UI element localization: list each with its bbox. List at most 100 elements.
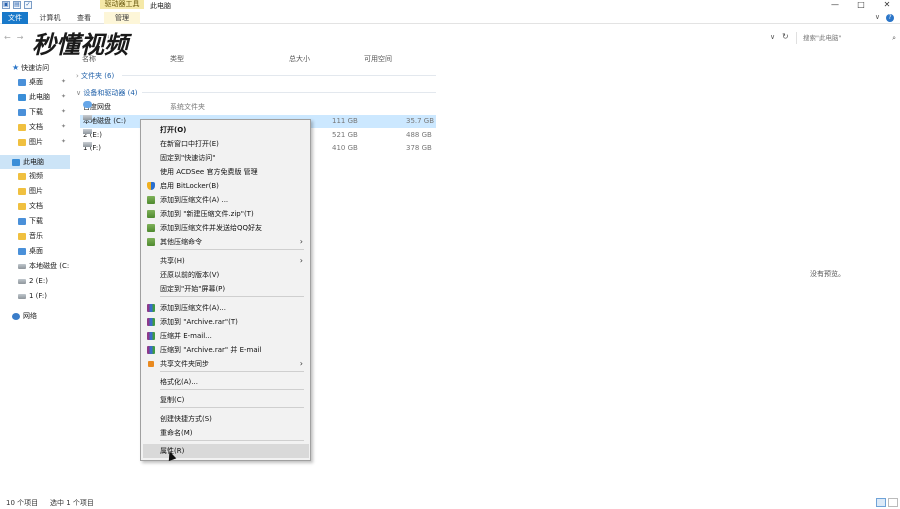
column-name[interactable]: 名称 bbox=[82, 54, 96, 64]
sidebar-item[interactable]: 视频 bbox=[0, 169, 70, 183]
sidebar-item[interactable]: 图片 ✦ bbox=[0, 135, 70, 149]
help-icon[interactable]: ? bbox=[886, 14, 894, 22]
context-menu-item[interactable]: 复制(C) bbox=[143, 393, 309, 407]
drive-name-cell: 本地磁盘 (C:) bbox=[83, 115, 126, 128]
sidebar-item[interactable]: 音乐 bbox=[0, 229, 70, 243]
devices-group-header[interactable]: ∨ 设备和驱动器 (4) bbox=[76, 88, 138, 98]
menu-separator bbox=[160, 440, 304, 441]
drive-name-cell: 2 (E:) bbox=[83, 129, 102, 142]
menu-separator bbox=[160, 371, 304, 372]
maximize-button[interactable]: □ bbox=[848, 0, 874, 11]
refresh-icon[interactable]: ↻ bbox=[782, 32, 789, 41]
sidebar-item[interactable]: 网络 bbox=[0, 309, 70, 323]
window-title: 此电脑 bbox=[150, 2, 171, 10]
drive-icon bbox=[18, 263, 26, 269]
context-menu-item[interactable]: 在新窗口中打开(E) bbox=[143, 137, 309, 151]
sidebar-item[interactable]: 下载 bbox=[0, 214, 70, 228]
sidebar-item[interactable]: 1 (F:) bbox=[0, 289, 70, 303]
sidebar-item[interactable]: 本地磁盘 (C: bbox=[0, 259, 70, 273]
context-menu-item[interactable]: 共享文件夹同步 › bbox=[143, 357, 309, 371]
drive-total-size: 410 GB bbox=[332, 144, 358, 152]
back-arrow-icon[interactable]: ← bbox=[4, 33, 11, 42]
checkmark-icon[interactable]: ✓ bbox=[24, 1, 32, 9]
winrar-icon bbox=[147, 304, 155, 312]
tab-computer[interactable]: 计算机 bbox=[36, 12, 64, 24]
menu-item-label: 压缩并 E-mail... bbox=[160, 332, 212, 340]
context-menu-item[interactable]: 添加到 "新建压缩文件.zip"(T) bbox=[143, 207, 309, 221]
drive-free-space: 488 GB bbox=[406, 131, 432, 139]
menu-item-label: 添加到 "新建压缩文件.zip"(T) bbox=[160, 210, 254, 218]
videos-folder-icon bbox=[18, 172, 26, 180]
sidebar-item[interactable]: 下载 ✦ bbox=[0, 105, 70, 119]
pc-icon bbox=[18, 93, 26, 101]
zip-archive-icon bbox=[147, 196, 155, 204]
context-menu-item[interactable]: 压缩并 E-mail... bbox=[143, 329, 309, 343]
sidebar-item[interactable]: ★ 快速访问 bbox=[0, 61, 70, 75]
drive-icon bbox=[18, 293, 26, 299]
search-icon[interactable]: ⌕ bbox=[892, 32, 896, 44]
context-menu-item[interactable]: 重命名(M) bbox=[143, 426, 309, 440]
sidebar-item[interactable]: 桌面 ✦ bbox=[0, 75, 70, 89]
pin-icon[interactable]: ✦ bbox=[61, 135, 66, 149]
menu-item-label: 创建快捷方式(S) bbox=[160, 415, 212, 423]
sidebar-item[interactable]: 此电脑 bbox=[0, 155, 70, 169]
context-menu-item[interactable]: 打开(O) bbox=[143, 123, 309, 137]
pin-icon[interactable]: ✦ bbox=[61, 105, 66, 119]
pin-icon[interactable]: ✦ bbox=[61, 75, 66, 89]
column-total-size[interactable]: 总大小 bbox=[289, 54, 310, 64]
context-menu-item[interactable]: 其他压缩命令 › bbox=[143, 235, 309, 249]
context-menu-item[interactable]: 还原以前的版本(V) bbox=[143, 268, 309, 282]
sidebar-item[interactable]: 此电脑 ✦ bbox=[0, 90, 70, 104]
context-menu-item[interactable]: 使用 ACDSee 官方免费版 管理 bbox=[143, 165, 309, 179]
context-menu-item[interactable]: 格式化(A)... bbox=[143, 375, 309, 389]
winrar-icon bbox=[147, 332, 155, 340]
tab-file[interactable]: 文件 bbox=[2, 12, 28, 24]
sidebar-item[interactable]: 桌面 bbox=[0, 244, 70, 258]
close-button[interactable]: ✕ bbox=[874, 0, 900, 11]
context-menu-item[interactable]: 添加到压缩文件并发送给QQ好友 bbox=[143, 221, 309, 235]
pin-icon[interactable]: ✦ bbox=[61, 120, 66, 134]
tab-view[interactable]: 查看 bbox=[72, 12, 96, 24]
tab-manage[interactable]: 管理 bbox=[104, 12, 140, 24]
devices-group-label: 设备和驱动器 (4) bbox=[83, 89, 138, 97]
details-view-icon[interactable] bbox=[876, 498, 886, 507]
menu-item-label: 使用 ACDSee 官方免费版 管理 bbox=[160, 168, 258, 176]
forward-arrow-icon[interactable]: → bbox=[17, 33, 24, 42]
sidebar-item-label: 2 (E:) bbox=[29, 277, 48, 285]
address-bar[interactable]: 此电脑 bbox=[80, 32, 780, 44]
sidebar-item[interactable]: 2 (E:) bbox=[0, 274, 70, 288]
column-type[interactable]: 类型 bbox=[170, 54, 184, 64]
ribbon-expand-icon[interactable]: ∨ bbox=[875, 13, 880, 21]
column-free-space[interactable]: 可用空间 bbox=[364, 54, 392, 64]
sidebar-item[interactable]: 图片 bbox=[0, 184, 70, 198]
drive-row[interactable]: 百度网盘 系统文件夹 bbox=[80, 101, 436, 114]
sync-folder-icon bbox=[148, 361, 154, 367]
pin-icon[interactable]: ✦ bbox=[61, 90, 66, 104]
context-menu-item[interactable]: 固定到"快速访问" bbox=[143, 151, 309, 165]
minimize-button[interactable]: — bbox=[822, 0, 848, 11]
context-menu-item[interactable]: 添加到压缩文件(A) ... bbox=[143, 193, 309, 207]
sidebar-item[interactable]: 文档 ✦ bbox=[0, 120, 70, 134]
context-menu-item[interactable]: 固定到"开始"屏幕(P) bbox=[143, 282, 309, 296]
properties-icon[interactable]: ▤ bbox=[13, 1, 21, 9]
sidebar-item-label: 视频 bbox=[29, 172, 43, 180]
context-menu-item[interactable]: 创建快捷方式(S) bbox=[143, 412, 309, 426]
context-menu-item[interactable]: 添加到 "Archive.rar"(T) bbox=[143, 315, 309, 329]
status-bar: 10 个项目 选中 1 个项目 bbox=[0, 497, 900, 509]
explorer-icon[interactable]: ▣ bbox=[2, 1, 10, 9]
address-dropdown-icon[interactable]: ∨ bbox=[770, 33, 775, 41]
context-menu-item[interactable]: 添加到压缩文件(A)... bbox=[143, 301, 309, 315]
drive-icon bbox=[83, 142, 92, 147]
column-headers: 名称 类型 总大小 可用空间 bbox=[82, 54, 442, 64]
context-menu-item[interactable]: 共享(H) › bbox=[143, 254, 309, 268]
context-menu-item[interactable]: 压缩到 "Archive.rar" 并 E-mail bbox=[143, 343, 309, 357]
sidebar-item-label: 1 (F:) bbox=[29, 292, 47, 300]
large-icons-view-icon[interactable] bbox=[888, 498, 898, 507]
sidebar-item-label: 文档 bbox=[29, 202, 43, 210]
search-input[interactable]: 搜索"此电脑" ⌕ bbox=[796, 32, 900, 44]
folders-group-header[interactable]: › 文件夹 (6) bbox=[76, 71, 114, 81]
menu-item-label: 固定到"开始"屏幕(P) bbox=[160, 285, 226, 293]
sidebar-item[interactable]: 文档 bbox=[0, 199, 70, 213]
sidebar-item-label: 快速访问 bbox=[21, 64, 50, 72]
context-menu-item[interactable]: 启用 BitLocker(B) bbox=[143, 179, 309, 193]
